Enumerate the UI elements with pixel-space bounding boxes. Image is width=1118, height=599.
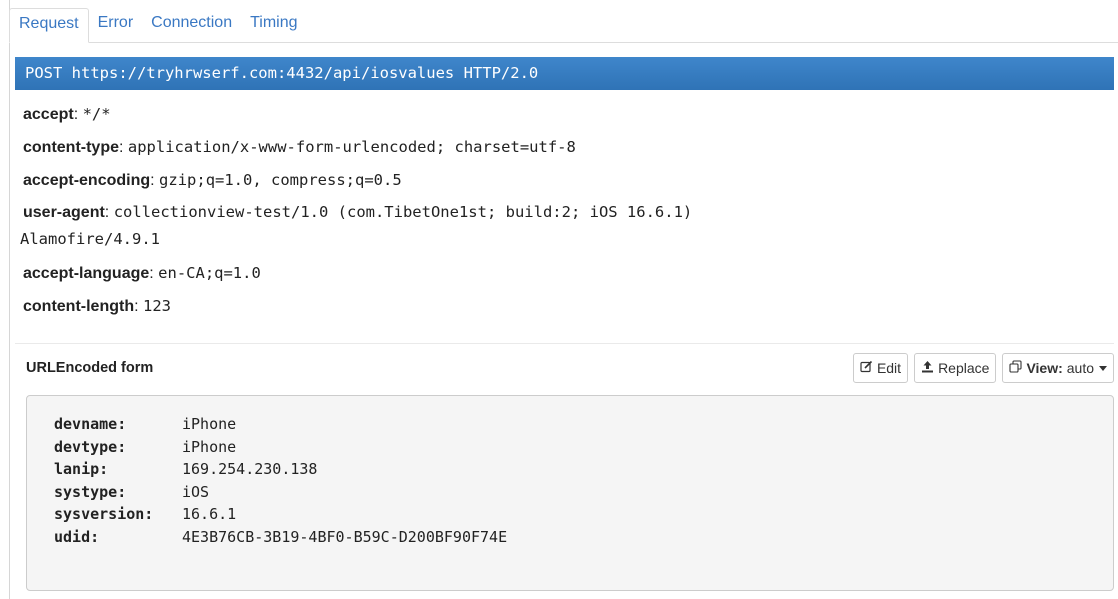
form-field-value: iOS [182, 482, 210, 501]
edit-button-label: Edit [876, 360, 902, 376]
form-field-key: systype: [54, 482, 127, 501]
header-value: 123 [142, 297, 171, 315]
header-row-user-agent: user-agent: collectionview-test/1.0 (com… [20, 203, 693, 248]
urlencoded-form-content: devname: iPhone devtype: iPhone lanip: 169.… [26, 395, 1114, 591]
section-divider [15, 343, 1114, 344]
header-row-content-length: content-length: 123 [23, 297, 171, 315]
form-section-title: URLEncoded form [26, 360, 154, 376]
view-mode-dropdown[interactable]: View: auto [1002, 353, 1114, 383]
header-row-accept: accept: */* [23, 105, 111, 123]
form-field-key: lanip: [54, 460, 109, 478]
request-line: POST https://tryhrwserf.com:4432/api/ios… [15, 57, 1114, 90]
request-headers: accept: */* content-type: application/x-… [20, 98, 1113, 323]
form-field-value: iPhone [182, 437, 237, 456]
header-name: accept-language [23, 265, 150, 282]
copy-icon [1009, 360, 1022, 376]
form-field-key: udid: [54, 527, 100, 546]
form-toolbar: Edit Replace View: auto [852, 353, 1114, 383]
form-field-row: systype: iOS [54, 481, 1113, 504]
form-field-value: 16.6.1 [182, 505, 237, 523]
form-field-key: devname: [54, 415, 127, 433]
form-field-key: devtype: [54, 437, 127, 456]
view-value: auto [1066, 360, 1094, 376]
header-value-continued: Alamofire/4.9.1 [20, 230, 160, 248]
replace-button-label: Replace [938, 360, 990, 376]
header-name: content-type [23, 139, 119, 156]
form-field-row: sysversion: 16.6.1 [54, 503, 1113, 526]
pencil-square-icon [860, 360, 873, 376]
upload-icon [921, 360, 934, 376]
tab-request[interactable]: Request [9, 8, 89, 43]
header-row-accept-encoding: accept-encoding: gzip;q=1.0, compress;q=… [23, 171, 402, 189]
form-field-row: devname: iPhone [54, 413, 1113, 436]
form-field-value: 169.254.230.138 [182, 460, 318, 478]
form-field-value: 4E3B76CB-3B19-4BF0-B59C-D200BF90F74E [182, 527, 508, 546]
form-field-key: sysversion: [54, 505, 154, 523]
header-name: accept-encoding [23, 172, 151, 189]
tab-error[interactable]: Error [89, 8, 143, 42]
header-value: en-CA;q=1.0 [158, 264, 261, 282]
header-value: gzip;q=1.0, compress;q=0.5 [159, 171, 402, 189]
form-field-row: lanip: 169.254.230.138 [54, 458, 1113, 481]
form-field-value: iPhone [182, 415, 237, 433]
header-row-accept-language: accept-language: en-CA;q=1.0 [23, 264, 261, 282]
edit-button[interactable]: Edit [852, 353, 909, 383]
header-name: accept [23, 106, 74, 123]
tab-connection[interactable]: Connection [142, 8, 241, 42]
header-value: application/x-www-form-urlencoded; chars… [127, 138, 576, 156]
header-name: content-length [23, 298, 135, 315]
header-row-content-type: content-type: application/x-www-form-url… [23, 138, 576, 156]
view-label: View: [1026, 360, 1063, 376]
caret-down-icon [1099, 365, 1107, 371]
replace-button[interactable]: Replace [914, 353, 997, 383]
header-value: */* [82, 105, 111, 123]
form-field-row: udid: 4E3B76CB-3B19-4BF0-B59C-D200BF90F74… [54, 526, 1113, 549]
form-field-row: devtype: iPhone [54, 436, 1113, 459]
header-value: collectionview-test/1.0 (com.TibetOne1st… [113, 203, 693, 221]
detail-tabs: Request Error Connection Timing [9, 8, 1118, 43]
tab-timing[interactable]: Timing [241, 8, 306, 42]
header-name: user-agent [23, 204, 105, 221]
